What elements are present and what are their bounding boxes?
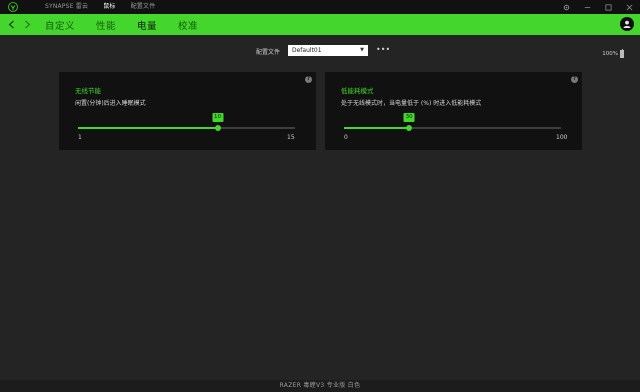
top-tab-synapse[interactable]: SYNAPSE 雷云 xyxy=(45,0,88,14)
nav-tab-customize[interactable]: 自定义 xyxy=(45,18,75,32)
low-power-threshold-slider[interactable]: 30 xyxy=(344,113,561,131)
top-tab-profiles[interactable]: 配置文件 xyxy=(131,0,156,14)
profile-selected-value: Default01 xyxy=(292,47,322,54)
nav-tab-calibration[interactable]: 校准 xyxy=(178,18,198,32)
card-description: 处于无线模式时，当电量低于 (%) 时进入低能耗模式 xyxy=(341,100,482,107)
slider-fill xyxy=(344,127,410,129)
help-icon[interactable]: ? xyxy=(571,76,578,83)
user-avatar-icon[interactable] xyxy=(620,17,634,31)
slider-value-badge: 30 xyxy=(403,113,415,122)
title-bar: SYNAPSE 雷云 鼠标 配置文件 xyxy=(0,0,640,14)
chevron-down-icon: ▼ xyxy=(360,47,364,53)
low-power-mode-card: 低能耗模式 处于无线模式时，当电量低于 (%) 时进入低能耗模式 ? 30 0 … xyxy=(325,72,582,150)
section-nav-bar: 自定义 性能 电量 校准 xyxy=(0,14,640,35)
slider-handle[interactable] xyxy=(406,125,413,131)
slider-min-label: 0 xyxy=(344,134,348,141)
battery-icon xyxy=(620,49,624,58)
sleep-timeout-slider[interactable]: 10 xyxy=(78,113,295,131)
card-title: 低能耗模式 xyxy=(341,87,374,95)
minimize-icon[interactable] xyxy=(577,0,598,14)
slider-max-label: 100 xyxy=(556,134,568,141)
battery-status: 100% xyxy=(602,49,624,58)
profile-dropdown[interactable]: Default01 ▼ xyxy=(288,45,368,56)
card-title: 无线节能 xyxy=(75,87,101,95)
slider-max-label: 15 xyxy=(287,134,295,141)
slider-handle[interactable] xyxy=(214,125,221,131)
battery-percent: 100% xyxy=(602,51,618,57)
slider-min-label: 1 xyxy=(78,134,82,141)
slider-fill xyxy=(78,127,218,129)
top-tab-mouse[interactable]: 鼠标 xyxy=(103,0,115,14)
nav-tab-performance[interactable]: 性能 xyxy=(96,18,116,32)
device-name-footer: RAZER 毒蝰V3 专业版 白色 xyxy=(0,380,640,392)
wireless-power-saving-card: 无线节能 闲置(分钟)后进入睡眠模式 ? 10 1 15 xyxy=(59,72,316,150)
back-arrow-icon[interactable] xyxy=(4,14,18,35)
forward-arrow-icon[interactable] xyxy=(20,14,34,35)
maximize-icon[interactable] xyxy=(598,0,619,14)
more-options-button[interactable]: ••• xyxy=(376,45,390,55)
close-icon[interactable] xyxy=(619,0,640,14)
nav-tab-power[interactable]: 电量 xyxy=(137,18,157,32)
help-icon[interactable]: ? xyxy=(305,76,312,83)
razer-logo-icon xyxy=(8,2,18,12)
slider-value-badge: 10 xyxy=(212,113,223,122)
card-description: 闲置(分钟)后进入睡眠模式 xyxy=(75,100,146,107)
settings-gear-icon[interactable] xyxy=(556,0,577,14)
profile-label: 配置文件 xyxy=(256,49,281,56)
